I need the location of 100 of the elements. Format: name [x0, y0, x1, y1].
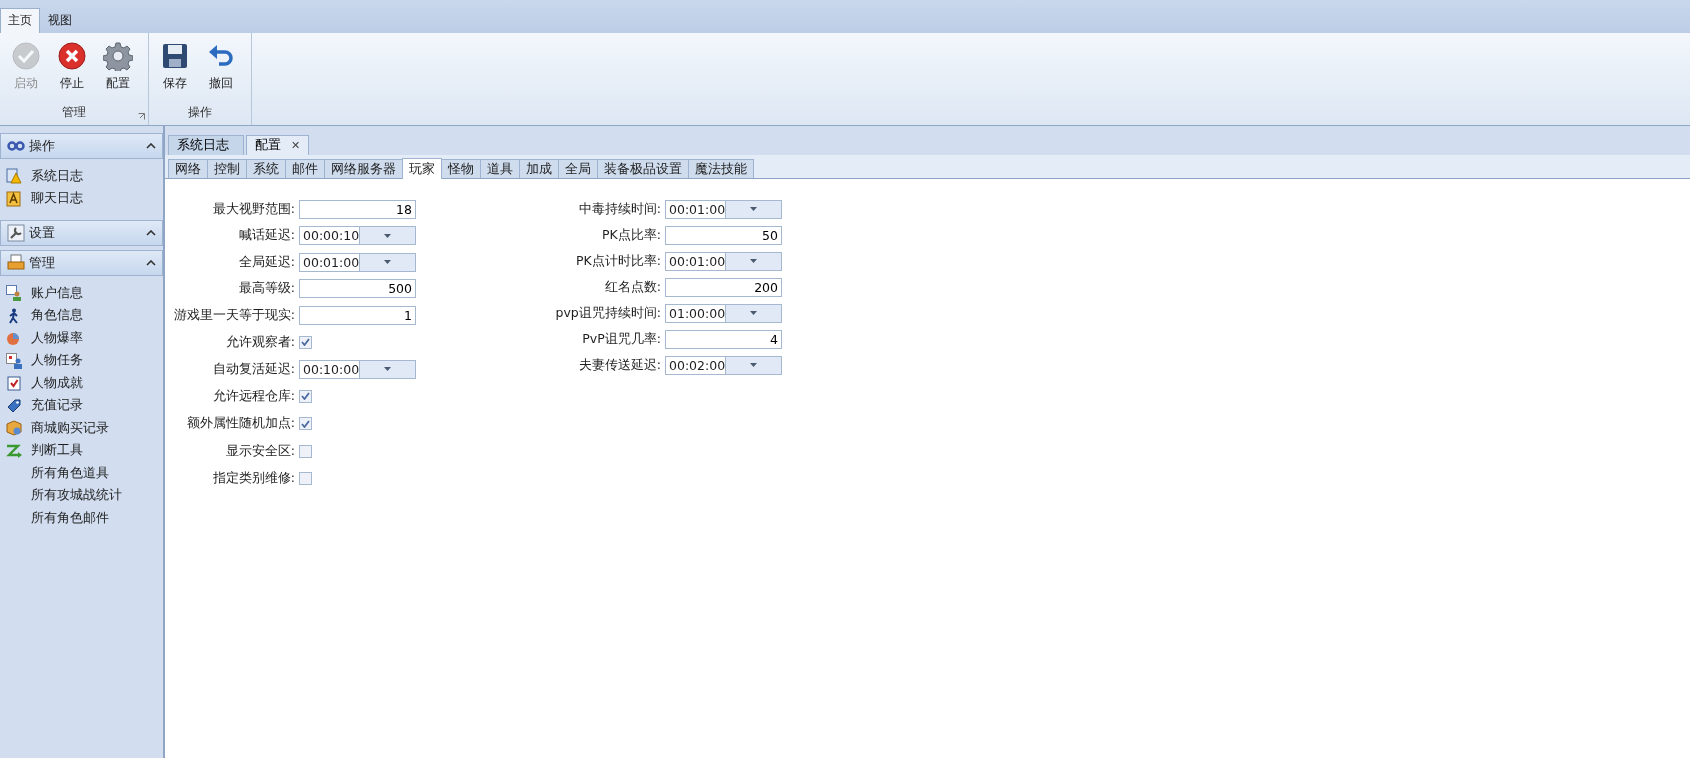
group-label: 操作	[188, 104, 212, 121]
warning-document-icon	[6, 168, 22, 185]
field-label: PvP诅咒几率:	[581, 330, 661, 348]
ribbon-button[interactable]: 配置	[96, 39, 140, 102]
document-tab[interactable]: 系统日志	[168, 135, 244, 155]
settings-tab[interactable]: 全局	[558, 159, 598, 178]
check-icon	[11, 41, 41, 71]
document-tab[interactable]: 配置 ✕	[246, 135, 310, 155]
field-label: 中毒持续时间:	[577, 200, 661, 218]
number-field[interactable]: 18	[299, 199, 416, 219]
field-label: 指定类别维修:	[211, 470, 295, 488]
letter-icon	[6, 190, 22, 207]
field-label: 喊话延迟:	[237, 227, 295, 245]
number-field[interactable]: 1	[299, 305, 416, 325]
sidebar-item[interactable]: 商城购买记录	[0, 417, 115, 440]
ribbon-tab[interactable]: 视图	[40, 8, 80, 33]
time-dropdown[interactable]: 01:00:00	[665, 303, 782, 323]
dropdown-arrow-icon[interactable]	[750, 207, 758, 211]
field-label: 红名点数:	[603, 278, 661, 296]
field-label: 允许观察者:	[224, 333, 295, 351]
checkbox[interactable]	[299, 389, 312, 403]
settings-tab[interactable]: 装备极品设置	[597, 159, 689, 178]
dropdown-arrow-icon[interactable]	[750, 311, 758, 315]
ribbon-button[interactable]: 停止	[50, 39, 94, 102]
ribbon-tab[interactable]: 主页	[0, 8, 40, 33]
checkbox[interactable]	[299, 335, 312, 349]
number-field[interactable]: 200	[665, 277, 782, 297]
close-icon[interactable]: ✕	[291, 139, 301, 152]
panel-header[interactable]: 设置	[0, 220, 163, 246]
field-label: 最大视野范围:	[211, 200, 295, 218]
sidebar-item[interactable]: 充值记录	[0, 394, 89, 417]
settings-tab[interactable]: 系统	[246, 159, 286, 178]
sidebar-item[interactable]: 所有角色道具	[0, 462, 115, 485]
field-label: PK点比率:	[601, 226, 661, 244]
sidebar-item[interactable]: 所有角色邮件	[0, 507, 115, 530]
number-field[interactable]: 50	[665, 225, 782, 245]
sidebar-item[interactable]: 角色信息	[0, 304, 89, 327]
dialog-launcher-icon[interactable]	[138, 113, 145, 120]
package-icon	[6, 420, 22, 437]
wrench-icon	[7, 224, 25, 242]
field-label: 最高等级:	[237, 280, 295, 298]
sidebar-item[interactable]: 账户信息	[0, 282, 89, 305]
field-label: 全局延迟:	[237, 253, 295, 271]
field-label: 额外属性随机加点:	[185, 415, 295, 433]
panel-header[interactable]: 管理	[0, 250, 163, 276]
ribbon-button[interactable]: 保存	[153, 39, 197, 102]
close-circle-icon	[57, 41, 87, 71]
dropdown-arrow-icon[interactable]	[750, 363, 758, 367]
checkbox[interactable]	[299, 444, 312, 458]
field-label: 显示安全区:	[224, 442, 295, 460]
caret-icon	[146, 230, 156, 236]
dropdown-arrow-icon[interactable]	[750, 259, 758, 263]
ribbon-button[interactable]: 撤回	[199, 39, 243, 102]
caret-icon	[146, 260, 156, 266]
number-field[interactable]: 4	[665, 329, 782, 349]
settings-tab[interactable]: 玩家	[402, 158, 442, 179]
time-dropdown[interactable]: 00:01:00	[665, 251, 782, 271]
pie-chart-icon	[6, 330, 22, 347]
time-dropdown[interactable]: 00:01:00	[665, 199, 782, 219]
dropdown-arrow-icon[interactable]	[384, 260, 392, 265]
sidebar-item[interactable]: 聊天日志	[0, 187, 89, 210]
sidebar-item[interactable]: 所有攻城战统计	[0, 484, 128, 507]
caret-icon	[146, 143, 156, 149]
settings-tab[interactable]: 怪物	[441, 159, 481, 178]
zigzag-arrow-icon	[6, 443, 22, 458]
clipboard-check-icon	[7, 375, 21, 392]
field-label: 夫妻传送延迟:	[577, 356, 661, 374]
time-dropdown[interactable]: 00:02:00	[665, 355, 782, 375]
time-dropdown[interactable]: 00:10:00	[299, 359, 416, 379]
time-dropdown[interactable]: 00:01:00	[299, 252, 416, 272]
checkbox[interactable]	[299, 417, 312, 431]
user-board-icon	[6, 352, 22, 369]
field-label: 游戏里一天等于现实:	[172, 306, 295, 324]
settings-tab[interactable]: 加成	[519, 159, 559, 178]
field-label: 允许远程仓库:	[211, 387, 295, 405]
time-dropdown[interactable]: 00:00:10	[299, 226, 416, 246]
sidebar-item[interactable]: 判断工具	[0, 439, 89, 462]
panel-header[interactable]: 操作	[0, 133, 163, 159]
settings-tab[interactable]: 道具	[480, 159, 520, 178]
settings-tab[interactable]: 魔法技能	[688, 159, 754, 178]
user-table-icon	[6, 285, 22, 302]
sidebar-item[interactable]: 人物任务	[0, 349, 89, 372]
dropdown-arrow-icon[interactable]	[384, 367, 392, 372]
sidebar-item[interactable]: 系统日志	[0, 165, 89, 188]
chain-link-icon	[7, 141, 25, 151]
walking-person-icon	[7, 307, 21, 324]
settings-tab[interactable]: 控制	[207, 159, 247, 178]
field-label: pvp诅咒持续时间:	[554, 304, 661, 322]
printer-icon	[7, 254, 25, 272]
sidebar-item[interactable]: 人物爆率	[0, 327, 89, 350]
sidebar-item[interactable]: 人物成就	[0, 372, 89, 395]
group-label: 管理	[62, 104, 86, 121]
settings-tab[interactable]: 网络	[168, 159, 208, 178]
settings-tab[interactable]: 邮件	[285, 159, 325, 178]
dropdown-arrow-icon[interactable]	[384, 233, 392, 238]
tag-icon	[6, 397, 22, 414]
number-field[interactable]: 500	[299, 279, 416, 299]
settings-tab[interactable]: 网络服务器	[324, 159, 403, 178]
checkbox[interactable]	[299, 472, 312, 486]
field-label: 自动复活延迟:	[211, 360, 295, 378]
